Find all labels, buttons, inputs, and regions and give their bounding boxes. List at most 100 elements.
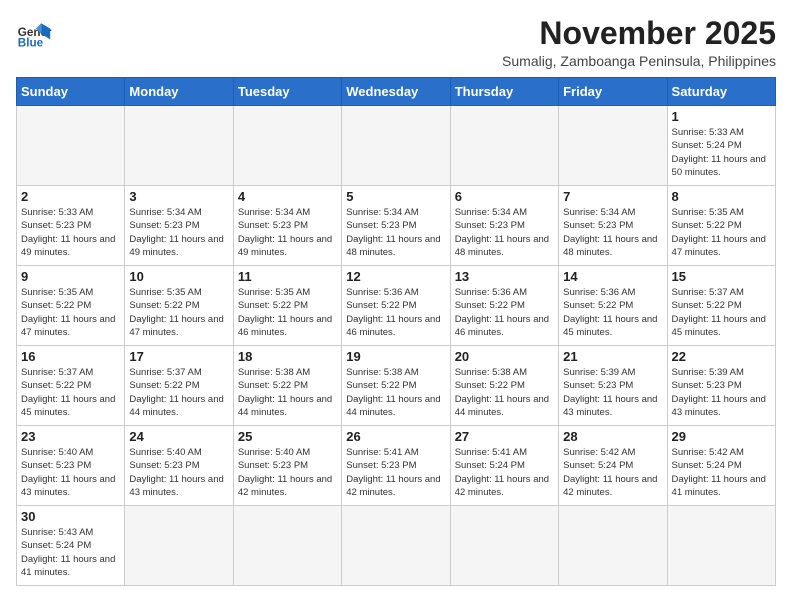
day-info: Sunrise: 5:36 AM Sunset: 5:22 PM Dayligh… xyxy=(346,286,445,339)
logo-icon: General Blue xyxy=(16,16,52,52)
day-number: 15 xyxy=(672,269,771,284)
day-number: 17 xyxy=(129,349,228,364)
week-row-1: 1 Sunrise: 5:33 AM Sunset: 5:24 PM Daylig… xyxy=(17,106,776,186)
calendar-cell: 3Sunrise: 5:34 AM Sunset: 5:23 PM Daylig… xyxy=(125,186,233,266)
week-row-4: 16Sunrise: 5:37 AM Sunset: 5:22 PM Dayli… xyxy=(17,346,776,426)
calendar-cell: 18 Sunrise: 5:38 AM Sunset: 5:22 PM Dayli… xyxy=(233,346,341,426)
day-number: 26 xyxy=(346,429,445,444)
day-number: 4 xyxy=(238,189,337,204)
day-number: 25 xyxy=(238,429,337,444)
calendar-cell: 19 Sunrise: 5:38 AM Sunset: 5:22 PM Dayli… xyxy=(342,346,450,426)
day-info: Sunrise: 5:38 AM Sunset: 5:22 PM Dayligh… xyxy=(238,366,337,419)
calendar-cell: 2 Sunrise: 5:33 AM Sunset: 5:23 PM Daylig… xyxy=(17,186,125,266)
col-header-tuesday: Tuesday xyxy=(233,78,341,106)
day-info: Sunrise: 5:40 AM Sunset: 5:23 PM Dayligh… xyxy=(21,446,120,499)
day-info: Sunrise: 5:37 AM Sunset: 5:22 PM Dayligh… xyxy=(21,366,120,419)
day-info: Sunrise: 5:34 AM Sunset: 5:23 PM Dayligh… xyxy=(346,206,445,259)
calendar-cell: 4 Sunrise: 5:34 AM Sunset: 5:23 PM Daylig… xyxy=(233,186,341,266)
day-number: 7 xyxy=(563,189,662,204)
day-number: 18 xyxy=(238,349,337,364)
calendar-cell: 23Sunrise: 5:40 AM Sunset: 5:23 PM Dayli… xyxy=(17,426,125,506)
day-number: 30 xyxy=(21,509,120,524)
calendar-cell xyxy=(125,506,233,586)
logo: General Blue xyxy=(16,16,52,52)
week-row-3: 9Sunrise: 5:35 AM Sunset: 5:22 PM Daylig… xyxy=(17,266,776,346)
col-header-wednesday: Wednesday xyxy=(342,78,450,106)
day-number: 2 xyxy=(21,189,120,204)
calendar-cell: 6 Sunrise: 5:34 AM Sunset: 5:23 PM Daylig… xyxy=(450,186,558,266)
calendar-cell xyxy=(559,506,667,586)
calendar-cell xyxy=(450,506,558,586)
day-info: Sunrise: 5:39 AM Sunset: 5:23 PM Dayligh… xyxy=(563,366,662,419)
calendar-cell: 24 Sunrise: 5:40 AM Sunset: 5:23 PM Dayli… xyxy=(125,426,233,506)
day-number: 1 xyxy=(672,109,771,124)
col-header-sunday: Sunday xyxy=(17,78,125,106)
calendar-cell: 30 Sunrise: 5:43 AM Sunset: 5:24 PM Dayli… xyxy=(17,506,125,586)
day-info: Sunrise: 5:39 AM Sunset: 5:23 PM Dayligh… xyxy=(672,366,771,419)
col-header-friday: Friday xyxy=(559,78,667,106)
calendar-cell: 16Sunrise: 5:37 AM Sunset: 5:22 PM Dayli… xyxy=(17,346,125,426)
calendar-cell: 29Sunrise: 5:42 AM Sunset: 5:24 PM Dayli… xyxy=(667,426,775,506)
day-info: Sunrise: 5:36 AM Sunset: 5:22 PM Dayligh… xyxy=(563,286,662,339)
calendar-cell: 25 Sunrise: 5:40 AM Sunset: 5:23 PM Dayli… xyxy=(233,426,341,506)
title-block: November 2025 Sumalig, Zamboanga Peninsu… xyxy=(502,16,776,69)
calendar-cell xyxy=(450,106,558,186)
week-row-6: 30 Sunrise: 5:43 AM Sunset: 5:24 PM Dayli… xyxy=(17,506,776,586)
calendar-cell: 8 Sunrise: 5:35 AM Sunset: 5:22 PM Daylig… xyxy=(667,186,775,266)
calendar-cell xyxy=(17,106,125,186)
col-header-monday: Monday xyxy=(125,78,233,106)
calendar-cell: 11 Sunrise: 5:35 AM Sunset: 5:22 PM Dayli… xyxy=(233,266,341,346)
day-info: Sunrise: 5:42 AM Sunset: 5:24 PM Dayligh… xyxy=(563,446,662,499)
day-number: 13 xyxy=(455,269,554,284)
day-info: Sunrise: 5:35 AM Sunset: 5:22 PM Dayligh… xyxy=(21,286,120,339)
day-info: Sunrise: 5:34 AM Sunset: 5:23 PM Dayligh… xyxy=(455,206,554,259)
calendar-cell xyxy=(233,506,341,586)
location-subtitle: Sumalig, Zamboanga Peninsula, Philippine… xyxy=(502,53,776,69)
day-info: Sunrise: 5:43 AM Sunset: 5:24 PM Dayligh… xyxy=(21,526,120,579)
day-info: Sunrise: 5:33 AM Sunset: 5:23 PM Dayligh… xyxy=(21,206,120,259)
day-info: Sunrise: 5:35 AM Sunset: 5:22 PM Dayligh… xyxy=(672,206,771,259)
day-number: 24 xyxy=(129,429,228,444)
calendar-cell: 7Sunrise: 5:34 AM Sunset: 5:23 PM Daylig… xyxy=(559,186,667,266)
day-info: Sunrise: 5:35 AM Sunset: 5:22 PM Dayligh… xyxy=(129,286,228,339)
day-info: Sunrise: 5:38 AM Sunset: 5:22 PM Dayligh… xyxy=(455,366,554,419)
col-header-saturday: Saturday xyxy=(667,78,775,106)
week-row-2: 2 Sunrise: 5:33 AM Sunset: 5:23 PM Daylig… xyxy=(17,186,776,266)
calendar-cell: 14 Sunrise: 5:36 AM Sunset: 5:22 PM Dayli… xyxy=(559,266,667,346)
day-info: Sunrise: 5:40 AM Sunset: 5:23 PM Dayligh… xyxy=(129,446,228,499)
day-number: 14 xyxy=(563,269,662,284)
calendar-cell: 1 Sunrise: 5:33 AM Sunset: 5:24 PM Daylig… xyxy=(667,106,775,186)
calendar-cell: 17 Sunrise: 5:37 AM Sunset: 5:22 PM Dayli… xyxy=(125,346,233,426)
day-number: 29 xyxy=(672,429,771,444)
day-number: 27 xyxy=(455,429,554,444)
day-number: 28 xyxy=(563,429,662,444)
calendar-cell: 9Sunrise: 5:35 AM Sunset: 5:22 PM Daylig… xyxy=(17,266,125,346)
day-number: 11 xyxy=(238,269,337,284)
day-info: Sunrise: 5:34 AM Sunset: 5:23 PM Dayligh… xyxy=(238,206,337,259)
day-number: 21 xyxy=(563,349,662,364)
calendar-cell: 21 Sunrise: 5:39 AM Sunset: 5:23 PM Dayli… xyxy=(559,346,667,426)
calendar-cell xyxy=(559,106,667,186)
day-info: Sunrise: 5:37 AM Sunset: 5:22 PM Dayligh… xyxy=(129,366,228,419)
day-number: 6 xyxy=(455,189,554,204)
day-info: Sunrise: 5:38 AM Sunset: 5:22 PM Dayligh… xyxy=(346,366,445,419)
day-info: Sunrise: 5:35 AM Sunset: 5:22 PM Dayligh… xyxy=(238,286,337,339)
day-number: 10 xyxy=(129,269,228,284)
day-number: 8 xyxy=(672,189,771,204)
day-info: Sunrise: 5:36 AM Sunset: 5:22 PM Dayligh… xyxy=(455,286,554,339)
day-info: Sunrise: 5:33 AM Sunset: 5:24 PM Dayligh… xyxy=(672,126,771,179)
calendar-cell xyxy=(342,106,450,186)
calendar-cell: 27Sunrise: 5:41 AM Sunset: 5:24 PM Dayli… xyxy=(450,426,558,506)
day-number: 19 xyxy=(346,349,445,364)
day-info: Sunrise: 5:40 AM Sunset: 5:23 PM Dayligh… xyxy=(238,446,337,499)
calendar-cell: 26 Sunrise: 5:41 AM Sunset: 5:23 PM Dayli… xyxy=(342,426,450,506)
calendar-cell: 20Sunrise: 5:38 AM Sunset: 5:22 PM Dayli… xyxy=(450,346,558,426)
week-row-5: 23Sunrise: 5:40 AM Sunset: 5:23 PM Dayli… xyxy=(17,426,776,506)
calendar-cell xyxy=(125,106,233,186)
day-info: Sunrise: 5:41 AM Sunset: 5:23 PM Dayligh… xyxy=(346,446,445,499)
calendar-cell: 15Sunrise: 5:37 AM Sunset: 5:22 PM Dayli… xyxy=(667,266,775,346)
calendar-cell: 5Sunrise: 5:34 AM Sunset: 5:23 PM Daylig… xyxy=(342,186,450,266)
calendar-cell xyxy=(233,106,341,186)
calendar-cell xyxy=(342,506,450,586)
col-header-thursday: Thursday xyxy=(450,78,558,106)
